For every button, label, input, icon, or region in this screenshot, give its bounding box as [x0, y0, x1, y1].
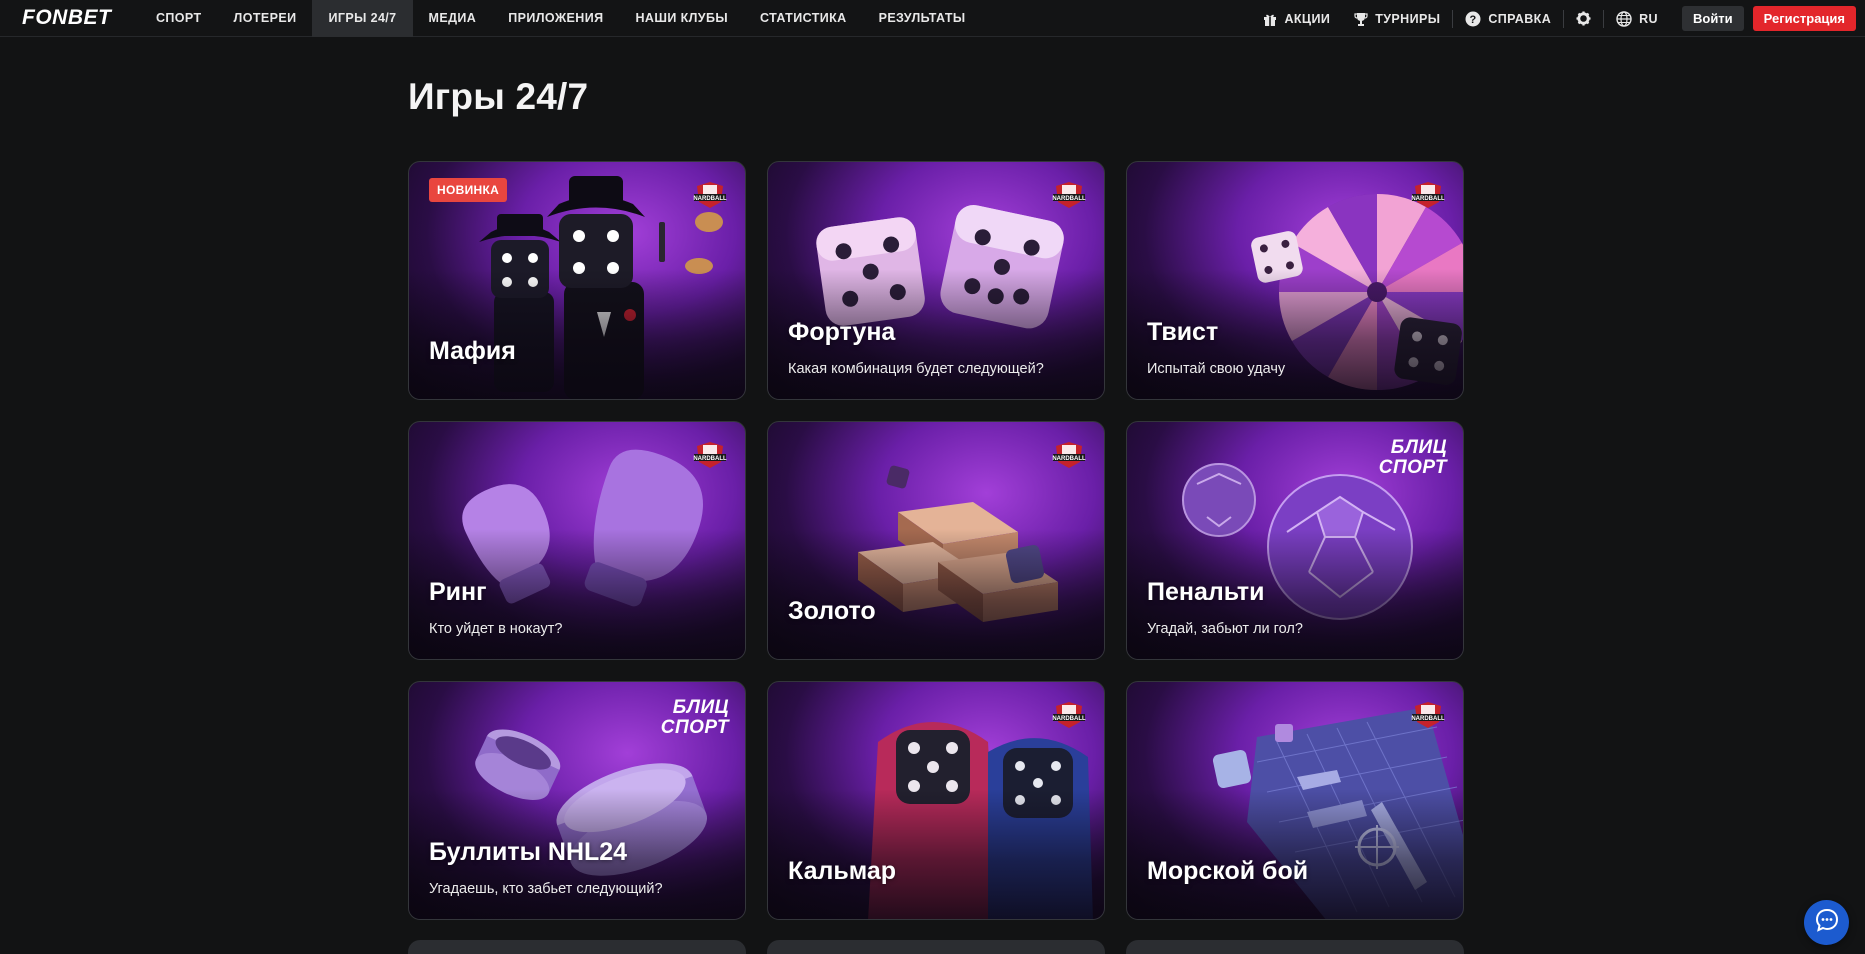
provider-label: NARDBALL: [1052, 716, 1086, 722]
nardball-logo: NARDBALL: [1052, 182, 1086, 208]
nav-item-statistics[interactable]: СТАТИСТИКА: [744, 0, 863, 37]
nav-item-apps[interactable]: ПРИЛОЖЕНИЯ: [492, 0, 619, 37]
game-card-bullits-nhl24[interactable]: БЛИЦ СПОРТ Буллиты NHL24 Угадаешь, кто з…: [408, 681, 746, 920]
card-title: Кальмар: [788, 857, 897, 885]
card-title: Твист: [1147, 318, 1219, 346]
card-shade: [409, 269, 745, 399]
new-badge: НОВИНКА: [429, 178, 508, 202]
chat-bubble-icon: [1814, 907, 1840, 938]
card-title: Золото: [788, 597, 876, 625]
provider-label-line2: СПОРТ: [660, 717, 729, 738]
tournaments-label: ТУРНИРЫ: [1375, 11, 1441, 26]
nardball-logo: NARDBALL: [1052, 442, 1086, 468]
nav-item-lotteries[interactable]: ЛОТЕРЕИ: [218, 0, 313, 37]
globe-icon: [1616, 10, 1632, 27]
trophy-icon: [1354, 12, 1368, 26]
provider-label: NARDBALL: [1052, 456, 1086, 462]
card-title: Буллиты NHL24: [429, 838, 628, 866]
game-card-twist[interactable]: NARDBALL Твист Испытай свою удачу: [1126, 161, 1464, 400]
login-button[interactable]: Войти: [1681, 6, 1744, 31]
card-subtitle: Кто уйдет в нокаут?: [429, 621, 563, 637]
game-card-ring[interactable]: NARDBALL Ринг Кто уйдет в нокаут?: [408, 421, 746, 660]
nav-item-games-247[interactable]: ИГРЫ 24/7: [312, 0, 413, 37]
svg-text:?: ?: [1470, 14, 1477, 26]
nav-item-media[interactable]: МЕДИА: [413, 0, 493, 37]
nardball-logo: NARDBALL: [1411, 702, 1445, 728]
game-card-partial[interactable]: [408, 940, 746, 954]
card-title: Ринг: [429, 578, 487, 606]
provider-label: NARDBALL: [693, 456, 727, 462]
settings-button[interactable]: [1564, 11, 1603, 26]
nav-item-clubs[interactable]: НАШИ КЛУБЫ: [620, 0, 744, 37]
promo-label: АКЦИИ: [1284, 11, 1331, 26]
nardball-logo: NARDBALL: [693, 182, 727, 208]
games-grid: НОВИНКА NARDBALL Мафия NARDBALL Фортуна …: [408, 161, 1464, 920]
card-subtitle: Угадай, забьют ли гол?: [1147, 621, 1303, 637]
top-navigation-bar: FONBET СПОРТ ЛОТЕРЕИ ИГРЫ 24/7 МЕДИА ПРИ…: [0, 0, 1865, 37]
provider-label: NARDBALL: [1411, 716, 1445, 722]
nav-item-sport[interactable]: СПОРТ: [140, 0, 218, 37]
provider-label: NARDBALL: [1052, 196, 1086, 202]
tournaments-link[interactable]: ТУРНИРЫ: [1342, 12, 1452, 26]
game-card-mafia[interactable]: НОВИНКА NARDBALL Мафия: [408, 161, 746, 400]
header-tools: АКЦИИ ТУРНИРЫ ? СПРАВКА RU Войти Регистр…: [1251, 0, 1865, 37]
blitz-sport-logo: БЛИЦ СПОРТ: [1379, 438, 1447, 478]
help-link[interactable]: ? СПРАВКА: [1453, 11, 1563, 27]
card-title: Морской бой: [1147, 857, 1309, 885]
provider-label: NARDBALL: [1411, 196, 1445, 202]
nav-item-results[interactable]: РЕЗУЛЬТАТЫ: [863, 0, 982, 37]
provider-label: NARDBALL: [693, 196, 727, 202]
game-card-partial[interactable]: [767, 940, 1105, 954]
card-subtitle: Угадаешь, кто забьет следующий?: [429, 881, 663, 897]
register-button[interactable]: Регистрация: [1752, 6, 1856, 31]
game-card-kalmar[interactable]: NARDBALL Кальмар: [767, 681, 1105, 920]
language-selector[interactable]: RU: [1604, 10, 1670, 27]
provider-label-line1: БЛИЦ: [1390, 437, 1447, 458]
game-card-fortuna[interactable]: NARDBALL Фортуна Какая комбинация будет …: [767, 161, 1105, 400]
card-shade: [1127, 789, 1463, 919]
game-card-gold[interactable]: NARDBALL Золото: [767, 421, 1105, 660]
card-shade: [768, 529, 1104, 659]
game-card-penalty[interactable]: БЛИЦ СПОРТ Пенальти Угадай, забьют ли го…: [1126, 421, 1464, 660]
gift-icon: [1263, 12, 1277, 26]
page-title: Игры 24/7: [408, 76, 589, 117]
language-label: RU: [1639, 11, 1658, 26]
card-subtitle: Испытай свою удачу: [1147, 361, 1286, 377]
help-label: СПРАВКА: [1488, 11, 1552, 26]
blitz-sport-logo: БЛИЦ СПОРТ: [661, 698, 729, 738]
promo-link[interactable]: АКЦИИ: [1251, 12, 1342, 26]
provider-label-line2: СПОРТ: [1378, 457, 1447, 478]
card-title: Фортуна: [788, 318, 896, 346]
game-card-partial[interactable]: [1126, 940, 1464, 954]
support-chat-button[interactable]: [1804, 900, 1849, 945]
card-title: Пенальти: [1147, 578, 1265, 606]
card-shade: [768, 789, 1104, 919]
card-title: Мафия: [429, 337, 516, 365]
nardball-logo: NARDBALL: [1052, 702, 1086, 728]
provider-label-line1: БЛИЦ: [672, 697, 729, 718]
nardball-logo: NARDBALL: [1411, 182, 1445, 208]
main-nav: СПОРТ ЛОТЕРЕИ ИГРЫ 24/7 МЕДИА ПРИЛОЖЕНИЯ…: [140, 0, 982, 37]
card-subtitle: Какая комбинация будет следующей?: [788, 361, 1044, 377]
fonbet-logo[interactable]: FONBET: [22, 6, 140, 30]
game-card-sea-battle[interactable]: NARDBALL Морской бой: [1126, 681, 1464, 920]
nardball-logo: NARDBALL: [693, 442, 727, 468]
help-icon: ?: [1465, 11, 1481, 27]
gear-icon: [1576, 11, 1591, 26]
